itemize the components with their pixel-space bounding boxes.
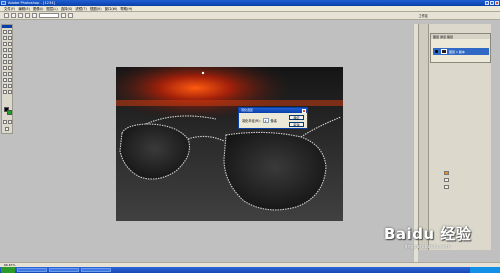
taskbar-item-3[interactable] xyxy=(81,268,111,272)
workspace-area: 工作区 xyxy=(416,13,428,18)
notes-tool-icon[interactable] xyxy=(3,84,7,88)
zoom-tool-icon[interactable] xyxy=(8,90,12,94)
lasso-tool-icon[interactable] xyxy=(3,36,7,40)
window-controls xyxy=(485,1,499,5)
menu-file[interactable]: 文件(F) xyxy=(4,6,15,11)
side-panel-icon-3[interactable] xyxy=(444,185,449,189)
intersect-selection-button[interactable] xyxy=(32,13,37,18)
tab-paths[interactable]: 路径 xyxy=(447,35,453,39)
maximize-icon[interactable] xyxy=(490,1,494,5)
start-button[interactable] xyxy=(1,267,15,273)
style-select[interactable] xyxy=(39,13,59,18)
feather-dialog: 羽化选区 羽化半径(R): 2 像素 确定 取消 xyxy=(238,107,308,129)
dialog-title: 羽化选区 xyxy=(241,108,254,112)
feather-radius-row: 羽化半径(R): 2 像素 xyxy=(242,118,277,123)
slice-tool-icon[interactable] xyxy=(8,42,12,46)
screen-mode-icon[interactable] xyxy=(5,127,9,131)
close-icon[interactable] xyxy=(495,1,499,5)
ok-button[interactable]: 确定 xyxy=(289,115,304,120)
feather-radius-label: 羽化半径(R): xyxy=(242,119,261,123)
feather-radius-unit: 像素 xyxy=(270,119,277,123)
menu-filter[interactable]: 滤镜(T) xyxy=(75,6,87,11)
canvas-light-point xyxy=(201,71,205,75)
magic-wand-tool-icon[interactable] xyxy=(8,36,12,40)
minimize-icon[interactable] xyxy=(485,1,489,5)
gradient-tool-icon[interactable] xyxy=(8,60,12,64)
watermark-url: jingyan.baidu.com xyxy=(404,244,451,250)
blur-tool-icon[interactable] xyxy=(3,66,7,70)
menu-image[interactable]: 图像(I) xyxy=(33,6,43,11)
tool-preset-button[interactable] xyxy=(4,13,9,18)
tab-channels[interactable]: 通道 xyxy=(440,35,446,39)
side-icons xyxy=(444,171,449,189)
layer-thumbnail xyxy=(441,49,447,54)
menu-help[interactable]: 帮助(H) xyxy=(120,6,132,11)
document-canvas[interactable] xyxy=(116,67,343,221)
hand-tool-icon[interactable] xyxy=(3,90,7,94)
layer-row[interactable]: 图层 1 副本 xyxy=(433,48,489,55)
feather-radius-input[interactable]: 2 xyxy=(262,118,269,123)
menu-view[interactable]: 视图(V) xyxy=(90,6,102,11)
quick-mask-toggle-icon[interactable] xyxy=(8,120,12,124)
marquee-tool-icon[interactable] xyxy=(3,30,7,34)
add-selection-button[interactable] xyxy=(18,13,23,18)
photoshop-icon xyxy=(1,1,6,5)
move-tool-icon[interactable] xyxy=(8,30,12,34)
dialog-title-bar: 羽化选区 xyxy=(239,108,307,113)
dodge-tool-icon[interactable] xyxy=(8,66,12,70)
pen-tool-icon[interactable] xyxy=(3,78,7,82)
brush-tool-icon[interactable] xyxy=(8,48,12,52)
healing-brush-icon[interactable] xyxy=(3,48,7,52)
type-tool-icon[interactable] xyxy=(8,72,12,76)
system-tray xyxy=(470,267,500,273)
eraser-tool-icon[interactable] xyxy=(3,60,7,64)
toolbox xyxy=(1,24,13,134)
canvas-light-streak xyxy=(116,100,343,106)
shape-tool-icon[interactable] xyxy=(8,78,12,82)
tab-layers[interactable]: 图层 xyxy=(433,35,439,39)
menu-edit[interactable]: 编辑(E) xyxy=(18,6,30,11)
menu-window[interactable]: 窗口(W) xyxy=(105,6,118,11)
side-panel-icon-1[interactable] xyxy=(444,171,449,175)
watermark: Baidu 经验 jingyan.baidu.com xyxy=(384,223,471,250)
option-toggle-button-2[interactable] xyxy=(68,13,73,18)
menu-select[interactable]: 选择(S) xyxy=(61,6,73,11)
watermark-logo: Baidu 经验 xyxy=(384,225,472,243)
eye-icon[interactable] xyxy=(435,50,438,53)
background-color-swatch[interactable] xyxy=(7,110,12,115)
layers-panel-tabs: 图层 通道 路径 xyxy=(431,34,490,39)
panel-dock-strip xyxy=(419,24,429,250)
clone-stamp-icon[interactable] xyxy=(3,54,7,58)
eyedropper-tool-icon[interactable] xyxy=(8,84,12,88)
window-title: Adobe Photoshop - [1234] xyxy=(8,1,55,5)
workspace-label[interactable]: 工作区 xyxy=(418,13,428,18)
subtract-selection-button[interactable] xyxy=(25,13,30,18)
toolbox-header xyxy=(2,25,12,28)
history-brush-icon[interactable] xyxy=(8,54,12,58)
taskbar xyxy=(0,267,500,273)
layer-name: 图层 1 副本 xyxy=(449,49,465,54)
taskbar-item-2[interactable] xyxy=(49,268,79,272)
dialog-close-icon[interactable] xyxy=(302,108,306,113)
menu-layer[interactable]: 图层(L) xyxy=(46,6,57,11)
side-panel-icon-2[interactable] xyxy=(444,178,449,182)
canvas-image xyxy=(116,67,343,221)
options-bar: 工作区 xyxy=(0,12,500,20)
layers-panel: 图层 通道 路径 图层 1 副本 xyxy=(430,33,491,63)
quick-mask-icon[interactable] xyxy=(3,120,7,124)
new-selection-button[interactable] xyxy=(11,13,16,18)
option-toggle-button[interactable] xyxy=(61,13,66,18)
crop-tool-icon[interactable] xyxy=(3,42,7,46)
path-select-icon[interactable] xyxy=(3,72,7,76)
taskbar-item-1[interactable] xyxy=(17,268,47,272)
cancel-button[interactable]: 取消 xyxy=(289,122,304,127)
